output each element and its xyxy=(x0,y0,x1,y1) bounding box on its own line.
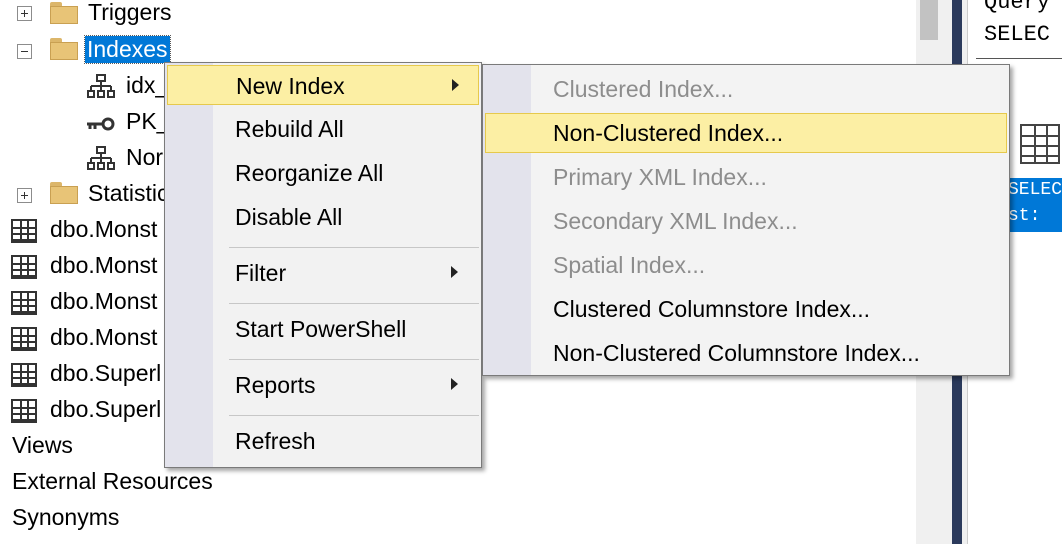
folder-icon xyxy=(50,182,78,204)
menu-item-label: Clustered Columnstore Index... xyxy=(553,296,871,322)
folder-icon xyxy=(50,38,78,60)
expand-plus-icon[interactable] xyxy=(17,188,32,203)
menu-item-clustered-columnstore-index[interactable]: Clustered Columnstore Index... xyxy=(485,289,1007,329)
table-icon xyxy=(11,291,37,315)
scrollbar-thumb[interactable] xyxy=(920,0,938,40)
tree-node-table[interactable]: dbo.Monst xyxy=(0,248,170,284)
tree-node-label: Indexes xyxy=(84,35,171,64)
menu-item-label: Reports xyxy=(235,372,316,398)
menu-separator xyxy=(229,247,479,248)
menu-item-non-clustered-columnstore-index[interactable]: Non-Clustered Columnstore Index... xyxy=(485,333,1007,373)
menu-separator xyxy=(229,303,479,304)
table-icon xyxy=(11,255,37,279)
key-icon xyxy=(87,117,115,131)
tree-node-table[interactable]: dbo.Monst xyxy=(0,284,170,320)
tree-node-label: dbo.Monst xyxy=(50,216,158,242)
table-icon xyxy=(11,363,37,387)
menu-item-label: New Index xyxy=(236,73,345,99)
menu-item-label: Disable All xyxy=(235,204,343,230)
tree-node-triggers[interactable]: Triggers xyxy=(0,0,300,32)
folder-icon xyxy=(50,2,78,24)
tree-node-table[interactable]: dbo.Superl xyxy=(0,356,170,392)
menu-item-disable-all[interactable]: Disable All xyxy=(167,197,479,237)
tree-node-label: idx_ xyxy=(126,72,169,98)
table-icon xyxy=(11,327,37,351)
tree-node-label: Statistic xyxy=(88,180,169,206)
tree-node-synonyms[interactable]: Synonyms xyxy=(0,500,300,536)
menu-item-start-powershell[interactable]: Start PowerShell xyxy=(167,309,479,349)
menu-item-filter[interactable]: Filter xyxy=(167,253,479,293)
tree-node-label: dbo.Monst xyxy=(50,252,158,278)
index-icon xyxy=(87,74,115,98)
menu-item-non-clustered-index[interactable]: Non-Clustered Index... xyxy=(485,113,1007,153)
collapse-minus-icon[interactable] xyxy=(17,44,32,59)
menu-item-new-index[interactable]: New Index xyxy=(167,65,479,105)
tree-node-label: dbo.Superl xyxy=(50,396,162,422)
tree-node-label: Nor xyxy=(126,144,164,170)
menu-item-label: Refresh xyxy=(235,428,316,454)
menu-item-clustered-index[interactable]: Clustered Index... xyxy=(485,69,1007,109)
expand-plus-icon[interactable] xyxy=(17,6,32,21)
table-icon xyxy=(11,399,37,423)
editor-text-line: Query xyxy=(984,0,1051,15)
editor-text-line: SELEC xyxy=(984,22,1051,47)
menu-item-spatial-index[interactable]: Spatial Index... xyxy=(485,245,1007,285)
tree-node-table[interactable]: dbo.Superl xyxy=(0,392,170,428)
tree-node-label: Triggers xyxy=(88,0,172,25)
menu-item-secondary-xml-index[interactable]: Secondary XML Index... xyxy=(485,201,1007,241)
tree-node-label: dbo.Monst xyxy=(50,324,158,350)
table-icon xyxy=(11,219,37,243)
menu-item-label: Rebuild All xyxy=(235,116,344,142)
menu-item-reports[interactable]: Reports xyxy=(167,365,479,405)
tree-node-statistics[interactable]: Statistic xyxy=(0,176,170,212)
editor-selected-text: SELEC xyxy=(1008,180,1062,200)
menu-item-label: Non-Clustered Index... xyxy=(553,120,784,146)
tree-node-table[interactable]: dbo.Monst xyxy=(0,212,170,248)
menu-item-label: Start PowerShell xyxy=(235,316,407,342)
menu-item-label: Spatial Index... xyxy=(553,252,706,278)
tree-node-label: External Resources xyxy=(12,468,213,494)
menu-separator xyxy=(229,359,479,360)
menu-item-primary-xml-index[interactable]: Primary XML Index... xyxy=(485,157,1007,197)
menu-item-label: Reorganize All xyxy=(235,160,384,186)
tree-node-label: dbo.Monst xyxy=(50,288,158,314)
index-icon xyxy=(87,146,115,170)
menu-item-reorganize-all[interactable]: Reorganize All xyxy=(167,153,479,193)
submenu-arrow-icon xyxy=(451,378,458,390)
tree-node-index[interactable]: idx_ xyxy=(0,68,170,104)
tree-node-label: dbo.Superl xyxy=(50,360,162,386)
new-index-submenu: Clustered Index... Non-Clustered Index..… xyxy=(482,64,1010,376)
menu-item-refresh[interactable]: Refresh xyxy=(167,421,479,461)
menu-separator xyxy=(229,415,479,416)
menu-item-label: Non-Clustered Columnstore Index... xyxy=(553,340,920,366)
menu-item-label: Primary XML Index... xyxy=(553,164,767,190)
tree-node-index[interactable]: Nor xyxy=(0,140,170,176)
editor-selected-text: st: xyxy=(1008,206,1041,226)
submenu-arrow-icon xyxy=(451,266,458,278)
indexes-context-menu: New Index Rebuild All Reorganize All Dis… xyxy=(164,62,482,468)
menu-item-label: Secondary XML Index... xyxy=(553,208,798,234)
tree-node-label: Synonyms xyxy=(12,504,120,530)
tree-node-external-resources[interactable]: External Resources xyxy=(0,464,300,500)
tree-node-table[interactable]: dbo.Monst xyxy=(0,320,170,356)
menu-item-label: Filter xyxy=(235,260,287,286)
submenu-arrow-icon xyxy=(452,79,459,91)
tree-node-primary-key[interactable]: PK_ xyxy=(0,104,170,140)
menu-item-rebuild-all[interactable]: Rebuild All xyxy=(167,109,479,149)
tree-node-label: Views xyxy=(12,432,73,458)
editor-divider xyxy=(976,58,1062,59)
menu-item-label: Clustered Index... xyxy=(553,76,734,102)
tree-node-label: PK_ xyxy=(126,108,170,134)
results-grid-icon[interactable] xyxy=(1020,124,1060,164)
